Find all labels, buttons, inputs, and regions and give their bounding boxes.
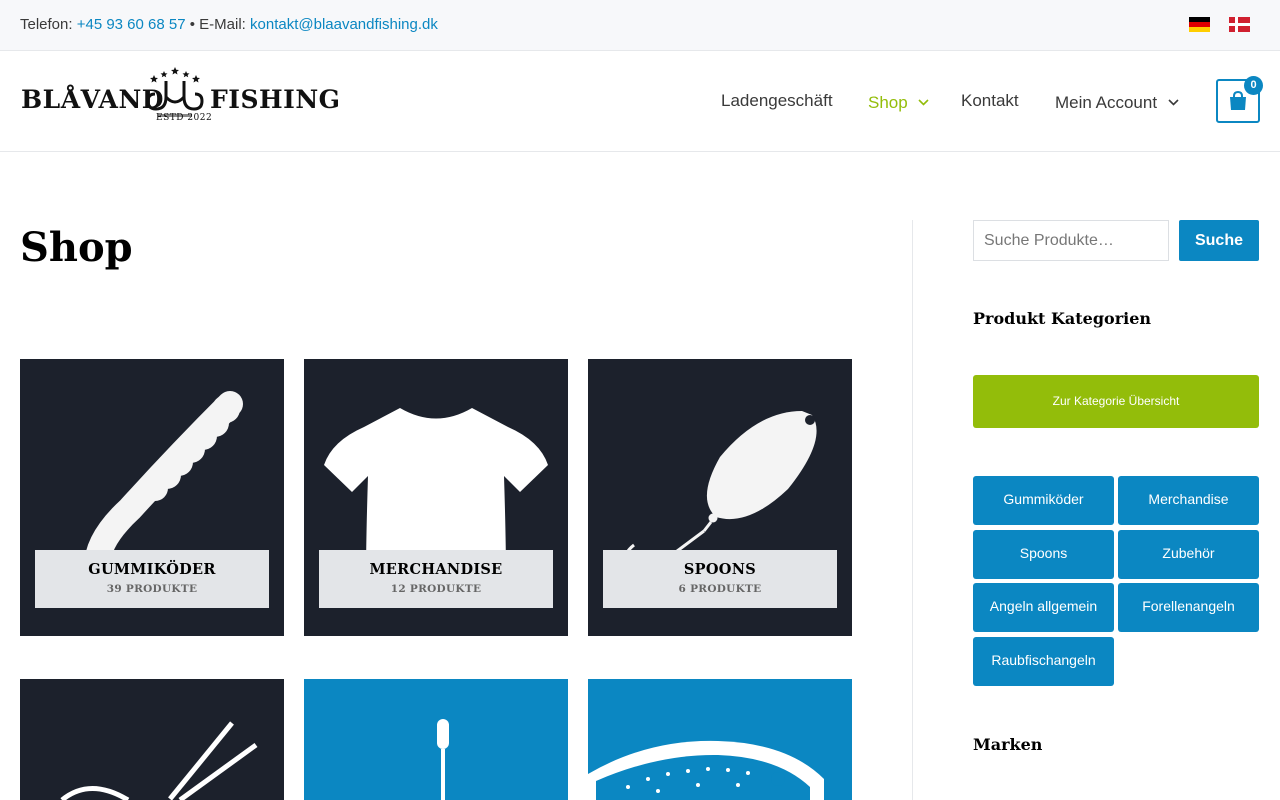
category-button-spoons[interactable]: Spoons: [973, 530, 1114, 579]
logo-word-right: FISHING: [210, 85, 341, 114]
contact-info: Telefon: +45 93 60 68 57 • E-Mail: konta…: [20, 16, 438, 33]
trout-icon: [588, 740, 824, 800]
nav-label: Kontakt: [961, 91, 1019, 110]
category-name: SPOONS: [683, 561, 757, 578]
nav-label: Shop: [868, 93, 908, 112]
nav-label: Ladengeschäft: [721, 91, 833, 110]
phone-label: Telefon:: [20, 16, 73, 33]
content-divider: [912, 220, 913, 800]
category-name: MERCHANDISE: [369, 561, 503, 578]
chevron-down-icon: [918, 91, 930, 111]
top-bar: Telefon: +45 93 60 68 57 • E-Mail: konta…: [0, 0, 1280, 51]
nav-item-shop[interactable]: Shop: [868, 91, 930, 113]
chevron-down-icon: [1168, 91, 1179, 111]
nav-label: Mein Account: [1055, 93, 1158, 112]
category-tile-gummikoeder[interactable]: GUMMIKÖDER 39 PRODUKTE: [20, 359, 284, 636]
category-button-raubfischangeln[interactable]: Raubfischangeln: [973, 637, 1114, 686]
nav-item-mein-account[interactable]: Mein Account: [1055, 91, 1179, 113]
category-button-zubehoer[interactable]: Zubehör: [1118, 530, 1259, 579]
category-tile-forellenangeln[interactable]: [588, 679, 852, 800]
logo-established: ESTD 2022: [156, 113, 213, 123]
email-label: • E-Mail:: [189, 16, 246, 33]
category-tile-merchandise[interactable]: MERCHANDISE 12 PRODUKTE: [304, 359, 568, 636]
category-tile-zubehoer[interactable]: [20, 679, 284, 800]
category-button-forellenangeln[interactable]: Forellenangeln: [1118, 583, 1259, 632]
category-count: 6 PRODUKTE: [678, 583, 762, 595]
page-title: Shop: [20, 224, 133, 271]
category-label: SPOONS 6 PRODUKTE: [603, 550, 837, 608]
category-label: GUMMIKÖDER 39 PRODUKTE: [35, 550, 269, 608]
cart-count-badge: 0: [1244, 76, 1263, 95]
rod-icon: [437, 719, 449, 800]
category-overview-button[interactable]: Zur Kategorie Übersicht: [973, 375, 1259, 428]
de-flag-icon[interactable]: [1189, 17, 1210, 32]
site-header: BLÅVAND FISHING ESTD 2022 Ladengeschäft: [0, 51, 1280, 152]
category-label: MERCHANDISE 12 PRODUKTE: [319, 550, 553, 608]
site-logo[interactable]: BLÅVAND FISHING ESTD 2022: [20, 67, 340, 137]
nav-item-kontakt[interactable]: Kontakt: [961, 91, 1019, 111]
category-tile-angeln-allgemein[interactable]: [304, 679, 568, 800]
search-input[interactable]: [973, 220, 1169, 261]
categories-widget-title: Produkt Kategorien: [973, 309, 1152, 328]
category-tile-spoons[interactable]: SPOONS 6 PRODUKTE: [588, 359, 852, 636]
category-count: 12 PRODUKTE: [390, 583, 482, 595]
dk-flag-icon[interactable]: [1229, 17, 1250, 32]
nav-item-ladengeschaeft[interactable]: Ladengeschäft: [721, 91, 833, 111]
logo-hooks-icon: [146, 67, 204, 117]
shopping-bag-icon: [1230, 91, 1246, 110]
brands-widget-title: Marken: [973, 735, 1043, 754]
phone-link[interactable]: +45 93 60 68 57: [77, 16, 186, 33]
scissors-icon: [60, 721, 258, 800]
category-button-angeln-allgemein[interactable]: Angeln allgemein: [973, 583, 1114, 632]
email-link[interactable]: kontakt@blaavandfishing.dk: [250, 16, 438, 33]
category-button-merchandise[interactable]: Merchandise: [1118, 476, 1259, 525]
category-button-gummikoeder[interactable]: Gummiköder: [973, 476, 1114, 525]
search-button[interactable]: Suche: [1179, 220, 1259, 261]
category-count: 39 PRODUKTE: [106, 583, 198, 595]
category-name: GUMMIKÖDER: [88, 561, 216, 578]
